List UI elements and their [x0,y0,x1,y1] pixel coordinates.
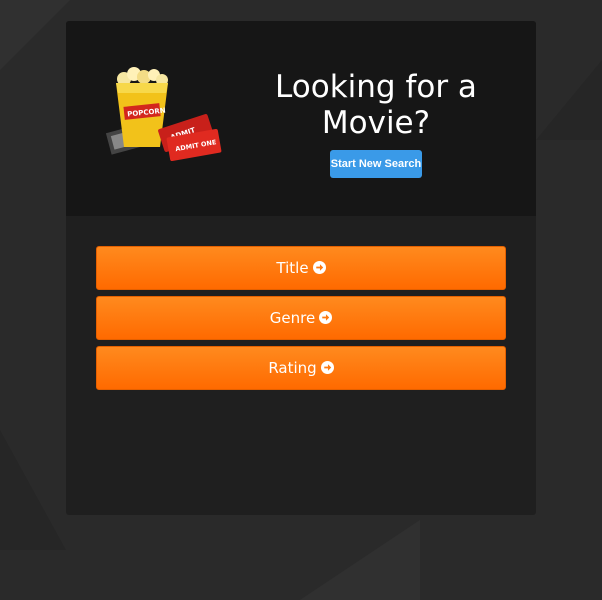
arrow-circle-right-icon [320,360,334,374]
card-header: POPCORN ADMIT ADMIT ONE Looking for a Mo… [66,21,536,216]
search-options: Title Genre Rating [96,246,506,396]
option-label: Rating [268,359,317,377]
title-option-button[interactable]: Title [96,246,506,290]
background-shape [0,0,70,70]
arrow-circle-right-icon [319,310,333,324]
option-label: Genre [269,309,316,327]
background-shape [0,430,66,550]
genre-option-button[interactable]: Genre [96,296,506,340]
background-shape [300,520,420,600]
arrow-circle-right-icon [312,260,326,274]
search-card: POPCORN ADMIT ADMIT ONE Looking for a Mo… [66,21,536,515]
popcorn-tickets-logo: POPCORN ADMIT ADMIT ONE [106,67,222,162]
start-new-search-button[interactable]: Start New Search [330,150,422,178]
option-label: Title [276,259,309,277]
page-title: Looking for a Movie? [275,69,477,141]
rating-option-button[interactable]: Rating [96,346,506,390]
background-shape [536,60,602,140]
